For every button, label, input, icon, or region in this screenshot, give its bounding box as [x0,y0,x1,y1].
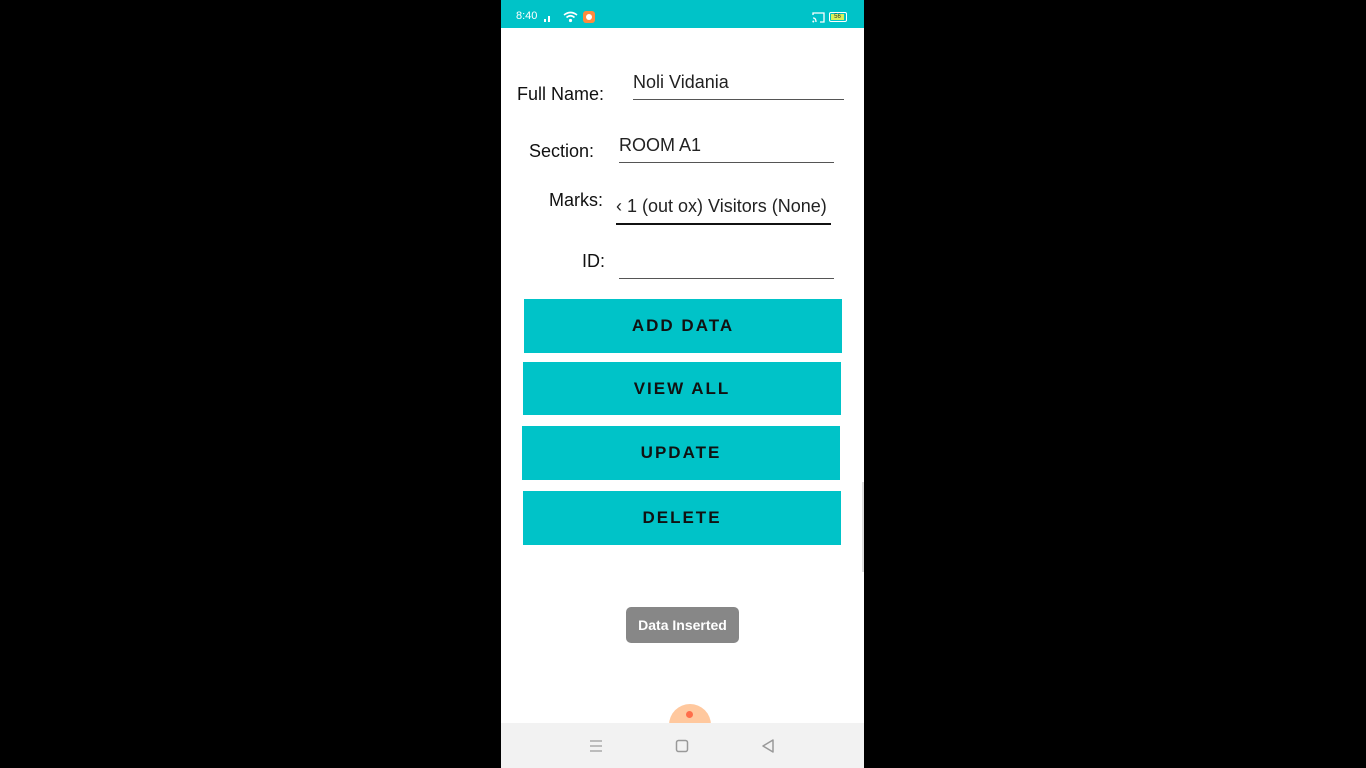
section-input[interactable]: ROOM A1 [619,134,834,163]
marks-input[interactable]: ‹ 1 (out ox) Visitors (None) [616,195,831,225]
phone-screen: 8:40 56 Full Name: Noli Vidania Section:… [501,0,864,768]
status-bar: 8:40 56 [501,0,864,28]
delete-button[interactable]: DELETE [523,491,841,545]
home-square-icon[interactable] [673,737,691,755]
menu-icon[interactable] [587,737,605,755]
signal-icon [544,16,550,22]
back-triangle-icon[interactable] [759,737,777,755]
full-name-input[interactable]: Noli Vidania [633,71,844,100]
full-name-label: Full Name: [517,84,605,104]
wifi-icon [563,11,578,23]
navigation-bar [501,723,864,768]
update-button[interactable]: UPDATE [522,426,840,480]
section-label: Section: [529,141,595,161]
id-input[interactable] [619,250,834,279]
status-time: 8:40 [516,10,538,22]
cast-icon [812,12,825,23]
toast-message: Data Inserted [626,607,739,643]
notification-icon [583,11,595,23]
floating-ball-dot [686,711,693,718]
battery-level: 56 [831,14,844,20]
id-label: ID: [582,251,606,271]
marks-label: Marks: [549,190,603,210]
view-all-button[interactable]: VIEW ALL [523,362,841,415]
add-data-button[interactable]: ADD DATA [524,299,842,353]
battery-icon: 56 [829,12,847,22]
scroll-indicator [862,482,864,572]
